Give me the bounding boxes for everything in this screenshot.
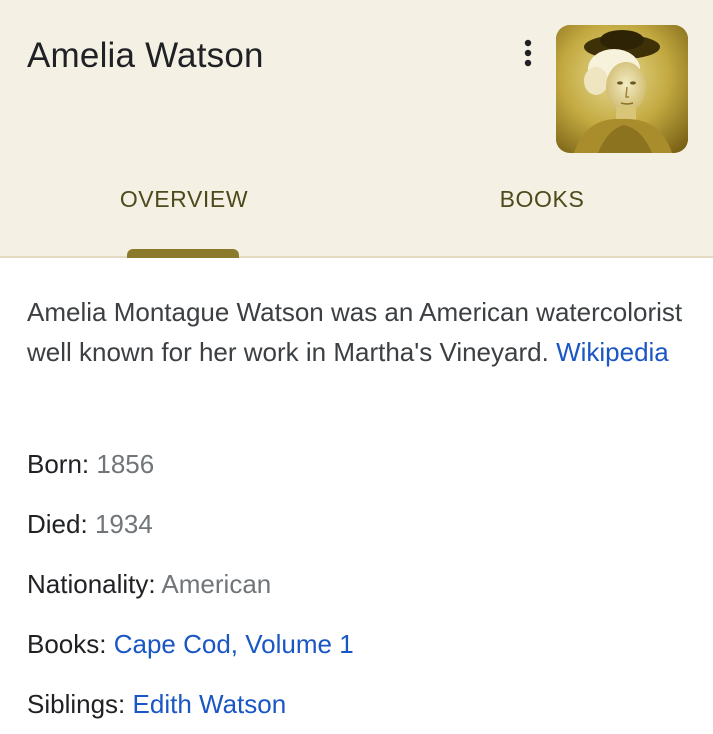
fact-label: Died: <box>27 509 88 539</box>
fact-died: Died: 1934 <box>27 504 687 564</box>
fact-siblings: Siblings: Edith Watson <box>27 684 687 734</box>
panel-header: Amelia Watson OVERVIEW BOOKS <box>0 0 713 258</box>
portrait-image <box>556 25 688 153</box>
tab-books-label: BOOKS <box>499 186 585 212</box>
panel-title: Amelia Watson <box>27 36 264 75</box>
portrait-thumbnail[interactable] <box>556 25 688 153</box>
tab-books[interactable]: BOOKS <box>480 186 604 246</box>
fact-value: 1934 <box>94 509 153 539</box>
wikipedia-link[interactable]: Wikipedia <box>556 337 669 367</box>
fact-label: Nationality: <box>27 569 156 599</box>
fact-label: Siblings: <box>27 689 126 719</box>
fact-books: Books: Cape Cod, Volume 1 <box>27 624 687 684</box>
fact-value: American <box>161 569 272 599</box>
tab-overview-label: OVERVIEW <box>119 186 249 212</box>
fact-born: Born: 1856 <box>27 444 687 504</box>
description: Amelia Montague Watson was an American w… <box>27 292 687 372</box>
more-options-button[interactable] <box>506 30 550 78</box>
facts-list: Born: 1856 Died: 1934 Nationality: Ameri… <box>27 444 687 734</box>
sibling-link[interactable]: Edith Watson <box>133 689 287 719</box>
fact-label: Books: <box>27 629 107 659</box>
fact-nationality: Nationality: American <box>27 564 687 624</box>
fact-value: 1856 <box>96 449 155 479</box>
active-tab-indicator <box>127 249 239 258</box>
knowledge-panel-card: Amelia Watson OVERVIEW BOOKS Amelia Mont… <box>0 0 713 734</box>
book-link[interactable]: Cape Cod, Volume 1 <box>114 629 354 659</box>
tab-overview[interactable]: OVERVIEW <box>107 186 261 246</box>
more-vert-icon <box>524 39 532 67</box>
fact-label: Born: <box>27 449 90 479</box>
